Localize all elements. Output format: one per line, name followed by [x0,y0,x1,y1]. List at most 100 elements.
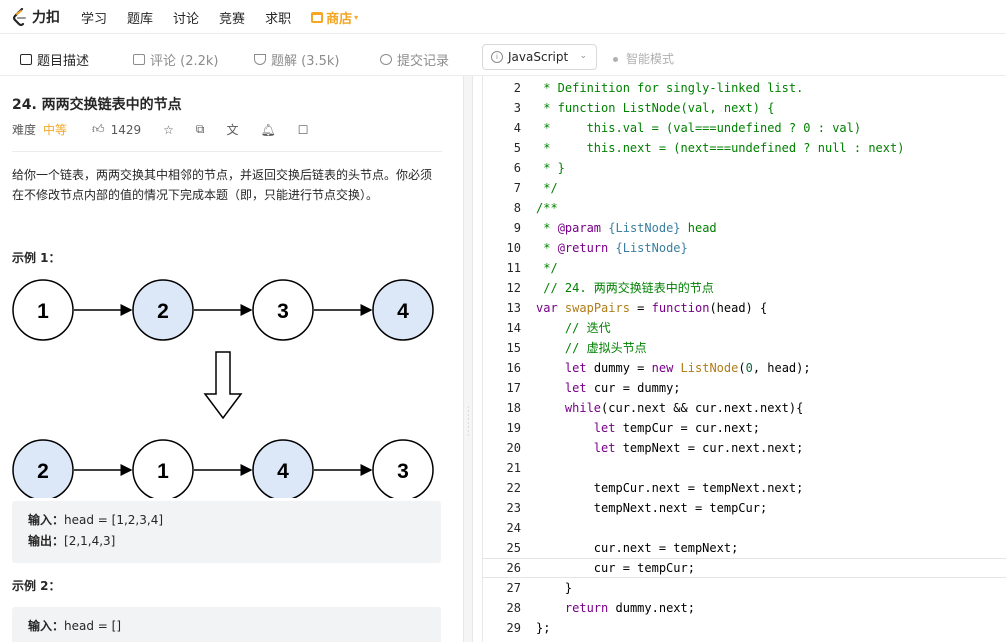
tab-comments-label: 评论 (2.2k) [150,54,219,69]
chevron-down-icon: ⌄ [579,51,587,61]
problem-description: 给你一个链表，两两交换其中相邻的节点，并返回交换后链表的头节点。你必须在不修改节… [12,168,433,202]
code-line[interactable]: 26 cur = tempCur; [483,558,1006,578]
line-number: 22 [506,481,521,495]
nav-link-contest[interactable]: 竞赛 [219,8,245,27]
line-number: 13 [506,301,521,315]
code-line[interactable]: 19 let tempCur = cur.next; [483,418,1006,438]
nav-link-problems[interactable]: 题库 [127,8,153,27]
leetcode-logo[interactable]: 力扣 [12,7,60,27]
tab-submissions-label: 提交记录 [397,54,450,69]
bottom-node-1-label: 2 [37,460,49,483]
line-number: 17 [506,381,521,395]
tab-submissions[interactable]: 提交记录 [380,50,449,69]
tab-description[interactable]: 题目描述 [20,50,89,69]
divider [12,151,442,152]
code-text: * } [536,161,565,175]
top-node-1-label: 1 [37,300,49,323]
pane-resize-handle[interactable]: · · · · · · · · [463,76,473,642]
code-line[interactable]: 29}; [483,618,1006,638]
code-line[interactable]: 27 } [483,578,1006,598]
code-line[interactable]: 7 */ [483,178,1006,198]
clock-icon [380,54,392,65]
code-text: tempCur.next = tempNext.next; [536,481,804,495]
thumbs-up-icon[interactable]: 👍︎ [92,122,105,137]
code-line[interactable]: 24 [483,518,1006,538]
language-select[interactable]: i JavaScript ⌄ [482,44,597,70]
translate-icon[interactable]: 文 [226,121,238,138]
code-text: let dummy = new ListNode(0, head); [564,361,811,375]
code-line[interactable]: 17 let cur = dummy; [483,378,1006,398]
code-text: * @return {ListNode} [536,241,688,255]
code-text: * this.val = (val===undefined ? 0 : val) [536,121,862,135]
code-text: // 虚拟头节点 [564,341,647,355]
code-text: */ [536,261,558,275]
example-2-title: 示例 2： [12,579,61,593]
bell-icon[interactable]: 🔔︎ [260,123,275,137]
code-line[interactable]: 6 * } [483,158,1006,178]
code-line[interactable]: 9 * @param {ListNode} head [483,218,1006,238]
line-number: 2 [513,81,521,95]
nav-link-learn[interactable]: 学习 [81,8,107,27]
star-icon[interactable]: ☆ [163,123,174,137]
code-line[interactable]: 14 // 迭代 [483,318,1006,338]
code-line[interactable]: 16 let dummy = new ListNode(0, head); [483,358,1006,378]
tab-comments[interactable]: 评论 (2.2k) [133,50,218,69]
logo-text: 力扣 [32,10,60,26]
code-line[interactable]: 8 /** [483,198,1006,218]
drag-handle-icon: · · · · · · · · [467,403,470,440]
line-number: 23 [506,501,521,515]
smart-mode-toggle[interactable]: 智能模式 [613,50,674,67]
difficulty-label: 难度 [12,123,37,137]
line-number: 4 [513,121,521,135]
code-line[interactable]: 10 * @return {ListNode} [483,238,1006,258]
line-number: 9 [513,221,521,235]
line-number: 26 [506,561,521,575]
code-line[interactable]: 13 var swapPairs = function(head) { [483,298,1006,318]
code-line[interactable]: 21 [483,458,1006,478]
code-text: cur.next = tempNext; [536,541,739,555]
code-text: while(cur.next && cur.next.next){ [564,401,804,415]
code-line[interactable]: 25 cur.next = tempNext; [483,538,1006,558]
code-text: */ [536,181,558,195]
code-line[interactable]: 20 let tempNext = cur.next.next; [483,438,1006,458]
code-text: * this.next = (next===undefined ? null :… [536,141,905,155]
info-icon: i [491,51,503,63]
example-1-output: 输出：[2,1,4,3] [28,531,441,552]
top-navbar: 力扣 学习 题库 讨论 竞赛 求职 商店 ▾ [0,0,1006,34]
feedback-icon[interactable]: ☐ [298,123,309,137]
code-text: let cur = dummy; [564,381,681,395]
nav-link-shop[interactable]: 商店 ▾ [311,8,358,27]
code-line[interactable]: 2 * Definition for singly-linked list. [483,78,1006,98]
tab-description-label: 题目描述 [37,54,90,69]
line-number: 5 [513,141,521,155]
code-text: // 迭代 [564,321,611,335]
code-line[interactable]: 18 while(cur.next && cur.next.next){ [483,398,1006,418]
line-number: 10 [506,241,521,255]
code-line[interactable]: 3 * function ListNode(val, next) { [483,98,1006,118]
output-label: 输出： [28,534,65,548]
code-line[interactable]: 12 // 24. 两两交换链表中的节点 [483,278,1006,298]
code-line[interactable]: 23 tempNext.next = tempCur; [483,498,1006,518]
nav-links: 学习 题库 讨论 竞赛 求职 商店 ▾ [81,8,378,27]
code-line[interactable]: 28 return dummy.next; [483,598,1006,618]
line-number: 12 [506,281,521,295]
code-line[interactable]: 15 // 虚拟头节点 [483,338,1006,358]
code-editor[interactable]: 2 * Definition for singly-linked list. 3 … [482,76,1006,642]
code-line[interactable]: 5 * this.next = (next===undefined ? null… [483,138,1006,158]
down-arrow-icon [203,351,243,420]
line-number: 20 [506,441,521,455]
code-text: } [536,581,573,595]
line-number: 3 [513,101,521,115]
code-text: * Definition for singly-linked list. [536,81,804,95]
smart-mode-label: 智能模式 [626,52,675,66]
nav-link-jobs[interactable]: 求职 [265,8,291,27]
document-icon [20,54,32,65]
diagram-top-row: 1 2 3 4 [12,279,434,341]
code-line[interactable]: 4 * this.val = (val===undefined ? 0 : va… [483,118,1006,138]
code-line[interactable]: 11 */ [483,258,1006,278]
nav-link-discuss[interactable]: 讨论 [173,8,199,27]
bottom-node-3-label: 4 [277,460,289,483]
tab-solutions[interactable]: 题解 (3.5k) [254,50,339,69]
share-icon[interactable]: ⧉ [196,122,205,137]
code-line[interactable]: 22 tempCur.next = tempNext.next; [483,478,1006,498]
